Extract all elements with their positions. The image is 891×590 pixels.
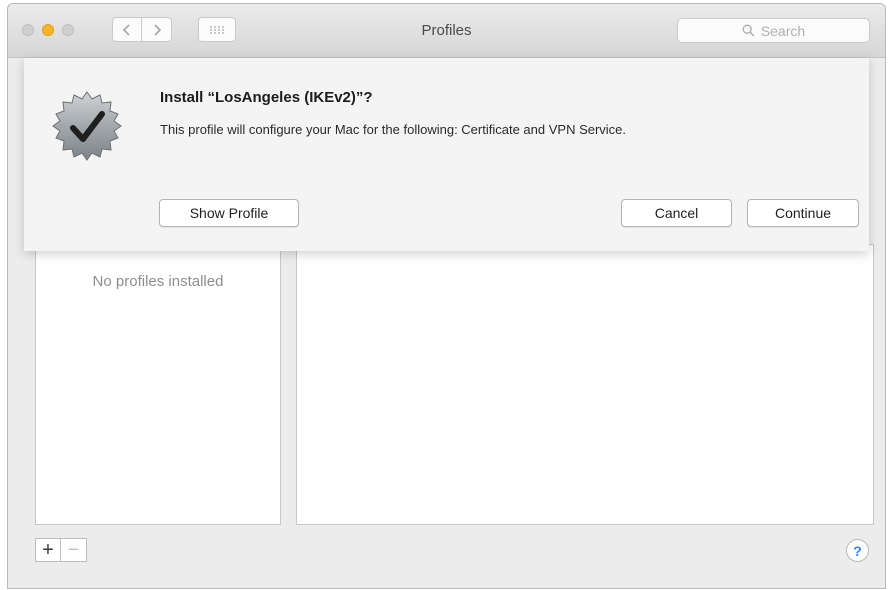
title-bar: Profiles Search [8,4,885,58]
profiles-list[interactable]: No profiles installed [35,244,281,525]
search-placeholder: Search [760,22,806,39]
help-button[interactable]: ? [846,539,869,562]
verified-badge-icon [52,91,122,161]
profiles-window: Profiles Search No profiles installed + … [7,3,886,589]
show-profile-button[interactable]: Show Profile [159,199,299,227]
continue-button[interactable]: Continue [747,199,859,227]
profile-details-pane [296,244,874,525]
install-profile-sheet: Install “LosAngeles (IKEv2)”? This profi… [24,58,869,251]
add-profile-button[interactable]: + [35,538,61,562]
empty-list-text: No profiles installed [92,273,224,290]
remove-profile-button[interactable]: − [61,538,87,562]
search-field[interactable]: Search [677,18,870,43]
search-icon [742,24,755,37]
cancel-button[interactable]: Cancel [621,199,732,227]
sheet-title: Install “LosAngeles (IKEv2)”? [160,89,373,106]
sheet-message: This profile will configure your Mac for… [160,122,627,137]
